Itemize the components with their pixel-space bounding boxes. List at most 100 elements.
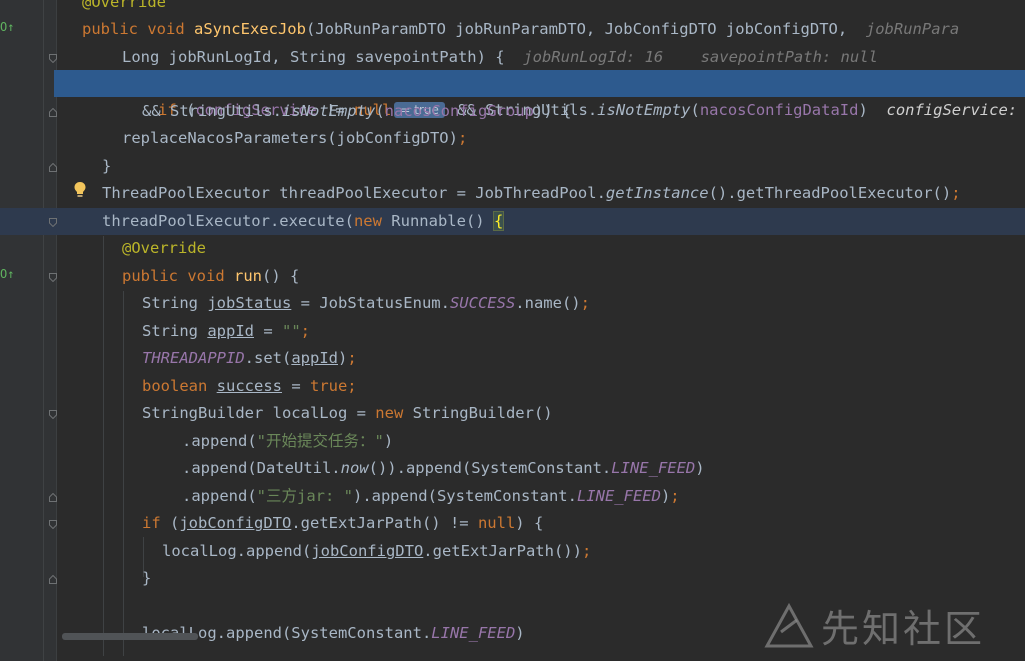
code-token: jobRunLogId: 16 savepointPath: null	[523, 48, 878, 66]
code-token: LINE_FEED	[576, 487, 661, 505]
fold-toggle-icon[interactable]	[49, 493, 57, 502]
code-token: null	[477, 514, 516, 532]
code-token: SUCCESS	[449, 294, 516, 312]
code-token: ;	[347, 349, 357, 367]
code-token: (	[170, 514, 180, 532]
code-token: )	[695, 459, 705, 477]
code-line: Long jobRunLogId, String savepointPath) …	[0, 44, 1025, 71]
line-21: }	[142, 565, 151, 592]
code-token: new	[353, 212, 392, 230]
line-6: }	[102, 153, 111, 180]
code-token: StringBuilder()	[412, 404, 553, 422]
code-token: ().getThreadPoolExecutor()	[708, 184, 952, 202]
code-token: ()).append(SystemConstant.	[368, 459, 612, 477]
fold-toggle-icon[interactable]	[49, 273, 57, 282]
line-11: String jobStatus = JobStatusEnum.SUCCESS…	[142, 290, 590, 317]
matched-brace: {	[492, 211, 505, 231]
code-token: ).append(SystemConstant.	[352, 487, 577, 505]
line-7: ThreadPoolExecutor threadPoolExecutor = …	[102, 180, 961, 207]
fold-toggle-icon[interactable]	[49, 108, 57, 117]
code-token: boolean	[142, 377, 217, 395]
code-line: StringBuilder localLog = new StringBuild…	[0, 400, 1025, 427]
line-17: .append(DateUtil.now()).append(SystemCon…	[182, 455, 705, 482]
line-10: public void run() {	[122, 263, 299, 290]
fold-toggle-icon[interactable]	[49, 410, 57, 419]
line-0: @Override	[82, 0, 166, 16]
code-token: aSyncExecJob	[193, 20, 306, 38]
code-token: .append(DateUtil.	[182, 459, 341, 477]
override-method-icon[interactable]: O↑	[0, 20, 14, 34]
code-token: public void	[82, 20, 194, 38]
code-token: .set(	[244, 349, 292, 367]
code-token: nacosConfigGroup	[384, 102, 534, 120]
code-token: appId	[291, 349, 338, 367]
code-line: public void run() {	[0, 263, 1025, 290]
code-token: "三方jar: "	[256, 487, 353, 505]
code-token: (JobRunParamDTO jobRunParamDTO, JobConfi…	[305, 20, 866, 38]
override-method-icon[interactable]: O↑	[0, 267, 14, 281]
code-token: ;	[951, 184, 961, 202]
code-token: getInstance	[605, 184, 709, 202]
line-23: localLog.append(SystemConstant.LINE_FEED…	[142, 620, 525, 647]
code-token: )	[338, 349, 348, 367]
code-line: }	[0, 565, 1025, 592]
fold-toggle-icon[interactable]	[49, 163, 57, 172]
code-token: isNotEmpty	[281, 102, 376, 120]
code-token: THREADAPPID	[142, 349, 245, 367]
code-token: ;	[457, 129, 468, 147]
code-token: jobRunPara	[865, 20, 960, 38]
line-8: threadPoolExecutor.execute(new Runnable(…	[102, 208, 505, 235]
code-token: replaceNacosParameters(jobConfigDTO)	[122, 129, 458, 147]
line-14: boolean success = true;	[142, 373, 357, 400]
code-token: ;	[670, 487, 680, 505]
code-line: THREADAPPID.set(appId);	[0, 345, 1025, 372]
fold-toggle-icon[interactable]	[49, 54, 57, 63]
code-token: new	[375, 404, 413, 422]
line-1: public void aSyncExecJob(JobRunParamDTO …	[82, 16, 959, 43]
line-4: && StringUtils.isNotEmpty(nacosConfigGro…	[142, 98, 571, 125]
fold-toggle-icon[interactable]	[49, 218, 57, 227]
code-token: && StringUtils.	[142, 102, 282, 120]
code-line: @Override	[0, 235, 1025, 262]
caret-line: threadPoolExecutor.execute(new Runnable(…	[0, 208, 1025, 236]
code-line: if (jobConfigDTO.getExtJarPath() != null…	[0, 510, 1025, 537]
code-token: StringBuilder localLog =	[142, 404, 376, 422]
line-2: Long jobRunLogId, String savepointPath) …	[122, 44, 878, 71]
code-token: jobStatus	[207, 294, 292, 312]
code-token: jobConfigDTO	[179, 514, 292, 532]
code-token: =	[254, 322, 282, 340]
code-token: )	[515, 624, 525, 642]
fold-toggle-icon[interactable]	[49, 575, 57, 584]
code-line: .append(DateUtil.now()).append(SystemCon…	[0, 455, 1025, 482]
lightbulb-icon[interactable]	[73, 181, 87, 203]
code-token: ;	[580, 294, 590, 312]
code-token: )	[660, 487, 671, 505]
code-token: )	[383, 432, 394, 450]
code-line: }	[0, 153, 1025, 180]
code-token: now	[340, 459, 369, 477]
code-line: replaceNacosParameters(jobConfigDTO);	[0, 125, 1025, 152]
code-token: .name()	[515, 294, 581, 312]
code-token: String	[142, 294, 208, 312]
code-token: jobConfigDTO	[311, 542, 424, 560]
code-token: () {	[261, 267, 300, 285]
line-9: @Override	[122, 235, 206, 262]
code-token: LINE_FEED	[431, 624, 516, 642]
code-token: run	[233, 267, 262, 285]
code-line: ThreadPoolExecutor threadPoolExecutor = …	[0, 180, 1025, 207]
watermark-text: 先知社区	[821, 606, 986, 651]
code-editor[interactable]: @Override public void aSyncExecJob(JobRu…	[0, 0, 1025, 661]
code-token: String	[142, 322, 208, 340]
horizontal-scrollbar[interactable]	[62, 633, 198, 640]
code-token: .getExtJarPath() !=	[291, 514, 478, 532]
code-line: String jobStatus = JobStatusEnum.SUCCESS…	[0, 290, 1025, 317]
code-token: appId	[207, 322, 254, 340]
code-token: =	[281, 377, 310, 395]
code-token: ;	[300, 322, 311, 340]
code-line: .append("三方jar: ").append(SystemConstant…	[0, 483, 1025, 510]
code-line: public void aSyncExecJob(JobRunParamDTO …	[0, 16, 1025, 43]
code-token: @Override	[82, 0, 166, 11]
watermark-logo-icon	[764, 602, 814, 648]
line-20: localLog.append(jobConfigDTO.getExtJarPa…	[162, 538, 591, 565]
fold-toggle-icon[interactable]	[49, 520, 57, 529]
